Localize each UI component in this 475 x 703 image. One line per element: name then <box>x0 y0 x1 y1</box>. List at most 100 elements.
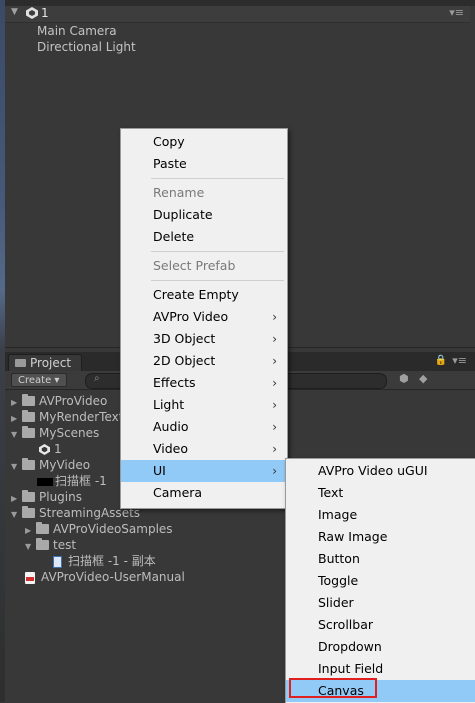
menu-item-label: Select Prefab <box>153 258 236 273</box>
submenu-item-avpro-video-ugui[interactable]: AVPro Video uGUI <box>286 460 475 482</box>
menu-item-label: AVPro Video <box>153 309 229 324</box>
scene-name: 1 <box>41 6 49 20</box>
expanded-arrow-icon[interactable]: ▼ <box>11 427 22 442</box>
menu-item-select-prefab: Select Prefab <box>121 255 287 277</box>
menu-item-label: Scrollbar <box>318 617 373 632</box>
tree-item-script[interactable]: 扫描框 -1 - 副本 <box>53 554 156 570</box>
submenu-arrow-icon: › <box>272 442 277 456</box>
tree-item-label: Plugins <box>39 490 82 504</box>
menu-item-camera[interactable]: Camera <box>121 482 287 504</box>
menu-item-2d-object[interactable]: 2D Object › <box>121 350 287 372</box>
folder-icon <box>22 394 35 406</box>
tree-item-myscenes[interactable]: ▼ MyScenes <box>11 426 99 442</box>
menu-item-label: Duplicate <box>153 207 213 222</box>
menu-item-label: Light <box>153 397 185 412</box>
folder-icon <box>15 359 26 367</box>
submenu-arrow-icon: › <box>272 376 277 390</box>
submenu-item-image[interactable]: Image <box>286 504 475 526</box>
menu-item-label: Effects <box>153 375 196 390</box>
submenu-item-input-field[interactable]: Input Field <box>286 658 475 680</box>
menu-item-audio[interactable]: Audio › <box>121 416 287 438</box>
submenu-item-slider[interactable]: Slider <box>286 592 475 614</box>
highlight-annotation-box <box>289 678 377 698</box>
submenu-item-button[interactable]: Button <box>286 548 475 570</box>
tree-item-label: MyVideo <box>39 458 91 472</box>
tree-item-plugins[interactable]: ▶ Plugins <box>11 490 82 506</box>
pdf-file-icon <box>25 572 35 584</box>
tab-project[interactable]: Project <box>8 354 82 372</box>
menu-item-label: Video <box>153 441 189 456</box>
menu-item-label: Dropdown <box>318 639 382 654</box>
menu-item-ui[interactable]: UI › <box>121 460 287 482</box>
collapsed-arrow-icon[interactable]: ▶ <box>11 395 22 410</box>
menu-item-label: UI <box>153 463 166 478</box>
menu-item-delete[interactable]: Delete <box>121 226 287 248</box>
menu-item-label: Rename <box>153 185 205 200</box>
submenu-item-toggle[interactable]: Toggle <box>286 570 475 592</box>
menu-item-label: Text <box>318 485 344 500</box>
filter-type-icon[interactable]: ⬢ <box>399 372 409 385</box>
menu-item-copy[interactable]: Copy <box>121 131 287 153</box>
filter-label-icon[interactable]: ◆ <box>419 372 427 385</box>
tree-item-label: AVProVideo-UserManual <box>41 570 185 584</box>
options-menu-icon[interactable]: ▾≡ <box>449 6 464 19</box>
tree-item-test[interactable]: ▼ test <box>25 538 76 554</box>
collapsed-arrow-icon[interactable]: ▶ <box>25 523 36 538</box>
scene-header[interactable]: ▼ 1 ▾≡ <box>5 6 470 23</box>
unity-logo-icon <box>26 7 38 19</box>
hierarchy-item-directional-light[interactable]: Directional Light <box>37 40 136 54</box>
menu-item-3d-object[interactable]: 3D Object › <box>121 328 287 350</box>
submenu-item-dropdown[interactable]: Dropdown <box>286 636 475 658</box>
menu-item-label: AVPro Video uGUI <box>318 463 428 478</box>
submenu-item-raw-image[interactable]: Raw Image <box>286 526 475 548</box>
tree-item-video-clip[interactable]: 扫描框 -1 <box>37 474 107 490</box>
submenu-item-scrollbar[interactable]: Scrollbar <box>286 614 475 636</box>
collapsed-arrow-icon[interactable]: ▶ <box>11 491 22 506</box>
tree-item-usermanual[interactable]: AVProVideo-UserManual <box>25 570 185 586</box>
folder-icon <box>22 426 35 438</box>
search-icon: ⌕ <box>94 373 100 384</box>
menu-item-effects[interactable]: Effects › <box>121 372 287 394</box>
tree-item-label: MyScenes <box>39 426 100 440</box>
submenu-arrow-icon: › <box>272 420 277 434</box>
menu-item-create-empty[interactable]: Create Empty <box>121 284 287 306</box>
menu-item-video[interactable]: Video › <box>121 438 287 460</box>
menu-item-label: Camera <box>153 485 203 500</box>
expanded-arrow-icon[interactable]: ▼ <box>11 459 22 474</box>
menu-item-avpro-video[interactable]: AVPro Video › <box>121 306 287 328</box>
tree-item-scene-1[interactable]: 1 <box>39 442 62 458</box>
menu-separator <box>151 251 284 252</box>
menu-item-label: Audio <box>153 419 189 434</box>
menu-item-label: Toggle <box>318 573 359 588</box>
menu-item-paste[interactable]: Paste <box>121 153 287 175</box>
tree-item-avprovideosamples[interactable]: ▶ AVProVideoSamples <box>25 522 173 538</box>
tree-item-label: 扫描框 -1 - 副本 <box>68 554 156 568</box>
context-menu: Copy Paste Rename Duplicate Delete Selec… <box>120 128 288 509</box>
submenu-arrow-icon: › <box>272 354 277 368</box>
tree-item-avprovideo[interactable]: ▶ AVProVideo <box>11 394 107 410</box>
menu-item-label: Input Field <box>318 661 384 676</box>
folder-icon <box>36 538 49 550</box>
create-dropdown-button[interactable]: Create ▾ <box>11 373 67 387</box>
tree-item-label: AVProVideo <box>39 394 108 408</box>
folder-icon <box>22 458 35 470</box>
expand-arrow-icon[interactable]: ▼ <box>11 7 18 17</box>
lock-icon[interactable]: 🔒 <box>435 355 447 366</box>
menu-item-light[interactable]: Light › <box>121 394 287 416</box>
menu-item-label: 3D Object <box>153 331 216 346</box>
expanded-arrow-icon[interactable]: ▼ <box>11 507 22 522</box>
collapsed-arrow-icon[interactable]: ▶ <box>11 411 22 426</box>
menu-separator <box>151 178 284 179</box>
hierarchy-item-main-camera[interactable]: Main Camera <box>37 24 117 38</box>
ui-submenu: AVPro Video uGUI Text Image Raw Image Bu… <box>285 458 475 703</box>
menu-item-duplicate[interactable]: Duplicate <box>121 204 287 226</box>
submenu-item-text[interactable]: Text <box>286 482 475 504</box>
tree-item-myvideo[interactable]: ▼ MyVideo <box>11 458 90 474</box>
tree-item-label: test <box>53 538 77 552</box>
expanded-arrow-icon[interactable]: ▼ <box>25 539 36 554</box>
panel-menu-icon[interactable]: ▾≡ <box>452 354 467 367</box>
folder-icon <box>22 506 35 518</box>
menu-item-label: Image <box>318 507 358 522</box>
submenu-arrow-icon: › <box>272 464 277 478</box>
submenu-arrow-icon: › <box>272 398 277 412</box>
